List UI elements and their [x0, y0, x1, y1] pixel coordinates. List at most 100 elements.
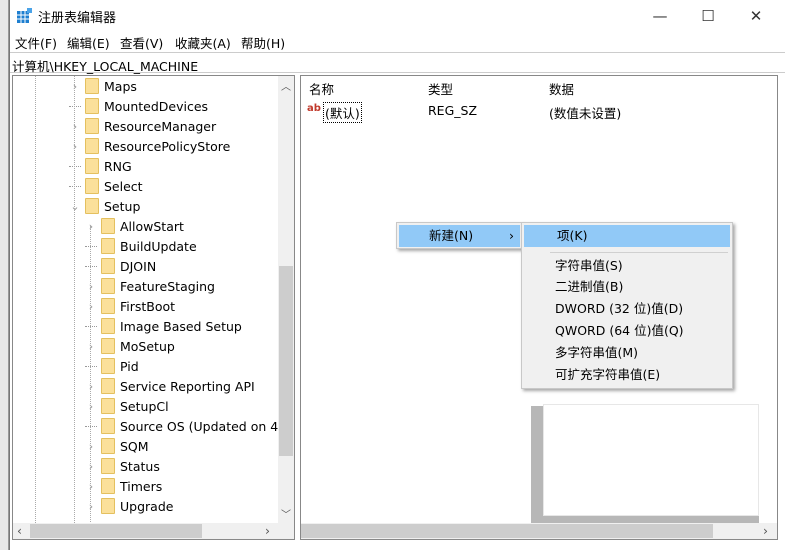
regedit-icon	[17, 8, 32, 23]
menu-favorites[interactable]: 收藏夹(A)	[175, 33, 231, 52]
tree-item[interactable]: › Timers	[85, 476, 162, 496]
menu-view[interactable]: 查看(V)	[120, 33, 163, 52]
tree-item[interactable]: MountedDevices	[69, 96, 208, 116]
tree-item-label: Status	[120, 458, 160, 474]
tree-pane: › Maps MountedDevices › ResourceManager › Reso…	[12, 75, 295, 540]
context-menu: 新建(N) ›	[396, 222, 523, 249]
folder-icon	[101, 478, 115, 494]
chevron-right-icon[interactable]: ›	[85, 340, 97, 353]
tree-vscroll-thumb[interactable]	[279, 266, 293, 456]
chevron-right-icon[interactable]: ›	[85, 500, 97, 513]
chevron-right-icon[interactable]: ›	[85, 400, 97, 413]
menu-item-new[interactable]: 新建(N) ›	[399, 225, 520, 247]
chevron-right-icon[interactable]: ›	[85, 380, 97, 393]
chevron-right-icon[interactable]: ›	[69, 120, 81, 133]
chevron-right-icon[interactable]: ›	[85, 300, 97, 313]
value-row[interactable]: ab (默认) REG_SZ (数值未设置)	[305, 101, 765, 123]
tree-item-label: Image Based Setup	[120, 318, 242, 334]
tree-item-label: DJOIN	[120, 258, 157, 274]
tree-connector	[85, 325, 97, 327]
close-button[interactable]: ✕	[733, 0, 779, 31]
column-type[interactable]: 类型	[428, 79, 453, 98]
folder-icon	[101, 458, 115, 474]
chevron-right-icon[interactable]: ›	[85, 440, 97, 453]
tree-item[interactable]: › ResourcePolicyStore	[69, 136, 230, 156]
tree-horizontal-scrollbar[interactable]: ‹ ›	[13, 523, 294, 539]
tree-item[interactable]: Select	[69, 176, 143, 196]
values-horizontal-scrollbar[interactable]: ›	[301, 523, 777, 539]
submenu-item[interactable]: 二进制值(B)	[522, 276, 732, 298]
tree-item[interactable]: › FeatureStaging	[85, 276, 215, 296]
minimize-button[interactable]: —	[637, 0, 683, 31]
tree-item-label: SetupCl	[120, 398, 169, 414]
tree-connector	[85, 365, 97, 367]
chevron-right-icon[interactable]: ›	[85, 480, 97, 493]
tree-item-label: BuildUpdate	[120, 238, 197, 254]
menu-file[interactable]: 文件(F)	[15, 33, 57, 52]
scroll-up-icon[interactable]: ︿	[281, 78, 291, 93]
folder-icon	[101, 378, 115, 394]
scroll-left-icon[interactable]: ‹	[17, 523, 22, 538]
folder-icon	[85, 98, 99, 114]
tree-item[interactable]: DJOIN	[85, 256, 156, 276]
tree-item[interactable]: Pid	[85, 356, 139, 376]
chevron-right-icon[interactable]: ›	[85, 220, 97, 233]
menu-help[interactable]: 帮助(H)	[241, 33, 285, 52]
values-hscroll-thumb[interactable]	[301, 524, 713, 538]
tree-item[interactable]: › MoSetup	[85, 336, 175, 356]
tree-item[interactable]: Image Based Setup	[85, 316, 242, 336]
scroll-down-icon[interactable]: ﹀	[281, 506, 291, 521]
tree-item[interactable]: › Service Reporting API	[85, 376, 255, 396]
column-name[interactable]: 名称	[309, 79, 334, 98]
submenu-item[interactable]: 项(K)	[524, 225, 730, 247]
background-window	[0, 0, 9, 550]
tree-item[interactable]: › Status	[85, 456, 160, 476]
submenu-item[interactable]: 多字符串值(M)	[522, 342, 732, 364]
chevron-right-icon[interactable]: ›	[69, 140, 81, 153]
tree-item-label: Setup	[104, 198, 141, 214]
title-bar: 注册表编辑器 — ☐ ✕	[10, 0, 785, 31]
folder-icon	[101, 338, 115, 354]
tree-item[interactable]: › Maps	[69, 76, 137, 96]
tree-item[interactable]: › Upgrade	[85, 496, 173, 516]
folder-icon	[101, 398, 115, 414]
submenu-item[interactable]: QWORD (64 位)值(Q)	[522, 320, 732, 342]
tree-item[interactable]: › SQM	[85, 436, 149, 456]
tree-item[interactable]: Source OS (Updated on 4/2	[85, 416, 290, 436]
scroll-right-icon[interactable]: ›	[265, 523, 270, 538]
tree-vertical-scrollbar[interactable]: ︿ ﹀	[278, 76, 294, 523]
value-name: (默认)	[323, 102, 362, 123]
address-bar[interactable]: 计算机\HKEY_LOCAL_MACHINE	[10, 52, 785, 74]
tree-item[interactable]: › ResourceManager	[69, 116, 216, 136]
scroll-right-icon[interactable]: ›	[763, 523, 768, 538]
column-data[interactable]: 数据	[549, 79, 574, 98]
folder-icon	[85, 178, 99, 194]
folder-icon	[101, 418, 115, 434]
menu-edit[interactable]: 编辑(E)	[67, 33, 110, 52]
submenu-item[interactable]: DWORD (32 位)值(D)	[522, 298, 732, 320]
folder-icon	[101, 438, 115, 454]
tree-item[interactable]: › FirstBoot	[85, 296, 175, 316]
submenu-arrow-icon: ›	[509, 228, 514, 243]
maximize-button[interactable]: ☐	[685, 0, 731, 31]
tree-item[interactable]: RNG	[69, 156, 132, 176]
tree-item-label: ResourcePolicyStore	[104, 138, 231, 154]
tree-item[interactable]: BuildUpdate	[85, 236, 197, 256]
chevron-right-icon[interactable]: ›	[85, 460, 97, 473]
folder-icon	[101, 278, 115, 294]
tree-line	[74, 76, 75, 523]
tree-hscroll-thumb[interactable]	[30, 524, 202, 538]
folder-icon	[85, 138, 99, 154]
tree-item-label: MoSetup	[120, 338, 175, 354]
tree-item[interactable]: › AllowStart	[85, 216, 184, 236]
chevron-right-icon[interactable]: ›	[69, 80, 81, 93]
tree-item[interactable]: ⌄ Setup	[69, 196, 140, 216]
tree-item[interactable]: › SetupCl	[85, 396, 169, 416]
chevron-right-icon[interactable]: ›	[85, 280, 97, 293]
chevron-down-icon[interactable]: ⌄	[69, 200, 81, 213]
tree-item-label: Source OS (Updated on 4/2	[120, 418, 291, 434]
tree-item-label: Maps	[104, 78, 137, 94]
submenu-item[interactable]: 字符串值(S)	[522, 255, 732, 277]
submenu-item[interactable]: 可扩充字符串值(E)	[522, 364, 732, 386]
tree-connector	[85, 245, 97, 247]
